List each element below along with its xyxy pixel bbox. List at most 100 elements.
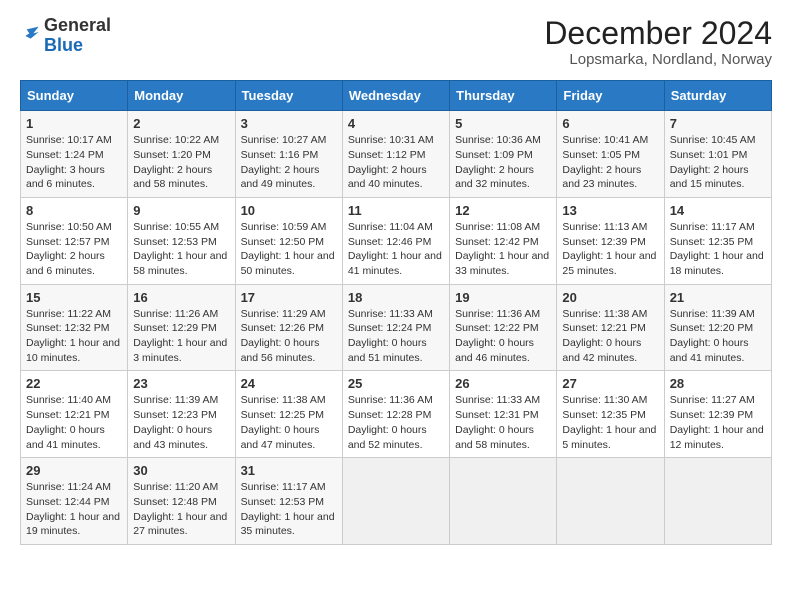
day-number: 9 [133,203,229,218]
calendar-cell: 12Sunrise: 11:08 AMSunset: 12:42 PMDayli… [450,197,557,284]
day-number: 20 [562,290,658,305]
day-number: 22 [26,376,122,391]
day-number: 26 [455,376,551,391]
calendar-cell: 19 Sunrise: 11:36 AMSunset: 12:22 PMDayli… [450,284,557,371]
day-info: Sunrise: 11:36 AMSunset: 12:28 PMDayligh… [348,393,444,452]
calendar-header-saturday: Saturday [664,81,771,111]
calendar-header-friday: Friday [557,81,664,111]
day-number: 17 [241,290,337,305]
calendar-cell [664,458,771,545]
logo-bird-icon [20,24,40,44]
calendar-cell: 30 Sunrise: 11:20 AMSunset: 12:48 PMDayli… [128,458,235,545]
calendar-cell: 5Sunrise: 10:36 AMSunset: 1:09 PMDayligh… [450,111,557,198]
calendar-cell: 17 Sunrise: 11:29 AMSunset: 12:26 PMDayli… [235,284,342,371]
calendar-cell: 1Sunrise: 10:17 AMSunset: 1:24 PMDayligh… [21,111,128,198]
day-number: 18 [348,290,444,305]
day-info: Sunrise: 10:22 AMSunset: 1:20 PMDaylight… [133,133,229,192]
day-number: 28 [670,376,766,391]
calendar-cell [450,458,557,545]
calendar-header-row: SundayMondayTuesdayWednesdayThursdayFrid… [21,81,772,111]
calendar-table: SundayMondayTuesdayWednesdayThursdayFrid… [20,80,772,545]
day-info: Sunrise: 11:29 AMSunset: 12:26 PMDayligh… [241,307,337,366]
day-info: Sunrise: 11:39 AMSunset: 12:20 PMDayligh… [670,307,766,366]
calendar-cell: 2 Sunrise: 10:22 AMSunset: 1:20 PMDayligh… [128,111,235,198]
calendar-week-row: 8 Sunrise: 10:50 AMSunset: 12:57 PMDaylig… [21,197,772,284]
calendar-cell: 28 Sunrise: 11:27 AMSunset: 12:39 PMDayli… [664,371,771,458]
day-number: 24 [241,376,337,391]
calendar-cell: 10Sunrise: 10:59 AMSunset: 12:50 PMDayli… [235,197,342,284]
day-info: Sunrise: 11:04 AMSunset: 12:46 PMDayligh… [348,220,444,279]
day-info: Sunrise: 11:17 AMSunset: 12:35 PMDayligh… [670,220,766,279]
day-info: Sunrise: 10:55 AMSunset: 12:53 PMDayligh… [133,220,229,279]
day-info: Sunrise: 10:17 AMSunset: 1:24 PMDaylight… [26,133,122,192]
day-info: Sunrise: 11:24 AMSunset: 12:44 PMDayligh… [26,480,122,539]
day-number: 12 [455,203,551,218]
day-info: Sunrise: 10:50 AMSunset: 12:57 PMDayligh… [26,220,122,279]
day-info: Sunrise: 11:33 AMSunset: 12:24 PMDayligh… [348,307,444,366]
day-info: Sunrise: 11:22 AMSunset: 12:32 PMDayligh… [26,307,122,366]
calendar-cell: 14 Sunrise: 11:17 AMSunset: 12:35 PMDayli… [664,197,771,284]
day-info: Sunrise: 11:33 AMSunset: 12:31 PMDayligh… [455,393,551,452]
calendar-cell: 15 Sunrise: 11:22 AMSunset: 12:32 PMDayli… [21,284,128,371]
calendar-cell: 4 Sunrise: 10:31 AMSunset: 1:12 PMDayligh… [342,111,449,198]
calendar-cell: 25 Sunrise: 11:36 AMSunset: 12:28 PMDayli… [342,371,449,458]
day-number: 8 [26,203,122,218]
day-number: 16 [133,290,229,305]
calendar-cell: 9 Sunrise: 10:55 AMSunset: 12:53 PMDaylig… [128,197,235,284]
logo: General Blue [20,16,111,56]
day-info: Sunrise: 11:38 AMSunset: 12:25 PMDayligh… [241,393,337,452]
day-info: Sunrise: 10:45 AMSunset: 1:01 PMDaylight… [670,133,766,192]
day-number: 27 [562,376,658,391]
calendar-cell: 31Sunrise: 11:17 AMSunset: 12:53 PMDayli… [235,458,342,545]
day-info: Sunrise: 11:27 AMSunset: 12:39 PMDayligh… [670,393,766,452]
day-number: 7 [670,116,766,131]
calendar-week-row: 29Sunrise: 11:24 AMSunset: 12:44 PMDayli… [21,458,772,545]
day-number: 13 [562,203,658,218]
calendar-cell: 3Sunrise: 10:27 AMSunset: 1:16 PMDayligh… [235,111,342,198]
day-number: 30 [133,463,229,478]
logo-blue-text: Blue [44,36,111,56]
title-area: December 2024 Lopsmarka, Nordland, Norwa… [544,16,772,68]
calendar-header-tuesday: Tuesday [235,81,342,111]
logo-general-text: General [44,16,111,36]
day-info: Sunrise: 11:40 AMSunset: 12:21 PMDayligh… [26,393,122,452]
calendar-cell [557,458,664,545]
location-title: Lopsmarka, Nordland, Norway [544,51,772,68]
calendar-cell: 7 Sunrise: 10:45 AMSunset: 1:01 PMDayligh… [664,111,771,198]
calendar-cell [342,458,449,545]
day-number: 19 [455,290,551,305]
day-number: 15 [26,290,122,305]
day-number: 23 [133,376,229,391]
calendar-cell: 16Sunrise: 11:26 AMSunset: 12:29 PMDayli… [128,284,235,371]
day-info: Sunrise: 11:38 AMSunset: 12:21 PMDayligh… [562,307,658,366]
page-header: General Blue December 2024 Lopsmarka, No… [20,16,772,68]
day-number: 11 [348,203,444,218]
day-number: 2 [133,116,229,131]
calendar-cell: 18 Sunrise: 11:33 AMSunset: 12:24 PMDayli… [342,284,449,371]
day-number: 25 [348,376,444,391]
day-info: Sunrise: 10:31 AMSunset: 1:12 PMDaylight… [348,133,444,192]
calendar-cell: 21 Sunrise: 11:39 AMSunset: 12:20 PMDayli… [664,284,771,371]
calendar-week-row: 22 Sunrise: 11:40 AMSunset: 12:21 PMDayli… [21,371,772,458]
day-info: Sunrise: 10:41 AMSunset: 1:05 PMDaylight… [562,133,658,192]
calendar-header-sunday: Sunday [21,81,128,111]
calendar-header-monday: Monday [128,81,235,111]
day-number: 10 [241,203,337,218]
calendar-cell: 23Sunrise: 11:39 AMSunset: 12:23 PMDayli… [128,371,235,458]
day-info: Sunrise: 11:20 AMSunset: 12:48 PMDayligh… [133,480,229,539]
calendar-header-wednesday: Wednesday [342,81,449,111]
calendar-cell: 22 Sunrise: 11:40 AMSunset: 12:21 PMDayli… [21,371,128,458]
calendar-header-thursday: Thursday [450,81,557,111]
calendar-cell: 29Sunrise: 11:24 AMSunset: 12:44 PMDayli… [21,458,128,545]
day-number: 4 [348,116,444,131]
day-info: Sunrise: 11:13 AMSunset: 12:39 PMDayligh… [562,220,658,279]
day-info: Sunrise: 11:36 AMSunset: 12:22 PMDayligh… [455,307,551,366]
calendar-cell: 26 Sunrise: 11:33 AMSunset: 12:31 PMDayli… [450,371,557,458]
day-number: 3 [241,116,337,131]
day-number: 14 [670,203,766,218]
day-number: 21 [670,290,766,305]
month-title: December 2024 [544,16,772,51]
calendar-cell: 24 Sunrise: 11:38 AMSunset: 12:25 PMDayli… [235,371,342,458]
calendar-week-row: 15 Sunrise: 11:22 AMSunset: 12:32 PMDayli… [21,284,772,371]
day-info: Sunrise: 10:36 AMSunset: 1:09 PMDaylight… [455,133,551,192]
